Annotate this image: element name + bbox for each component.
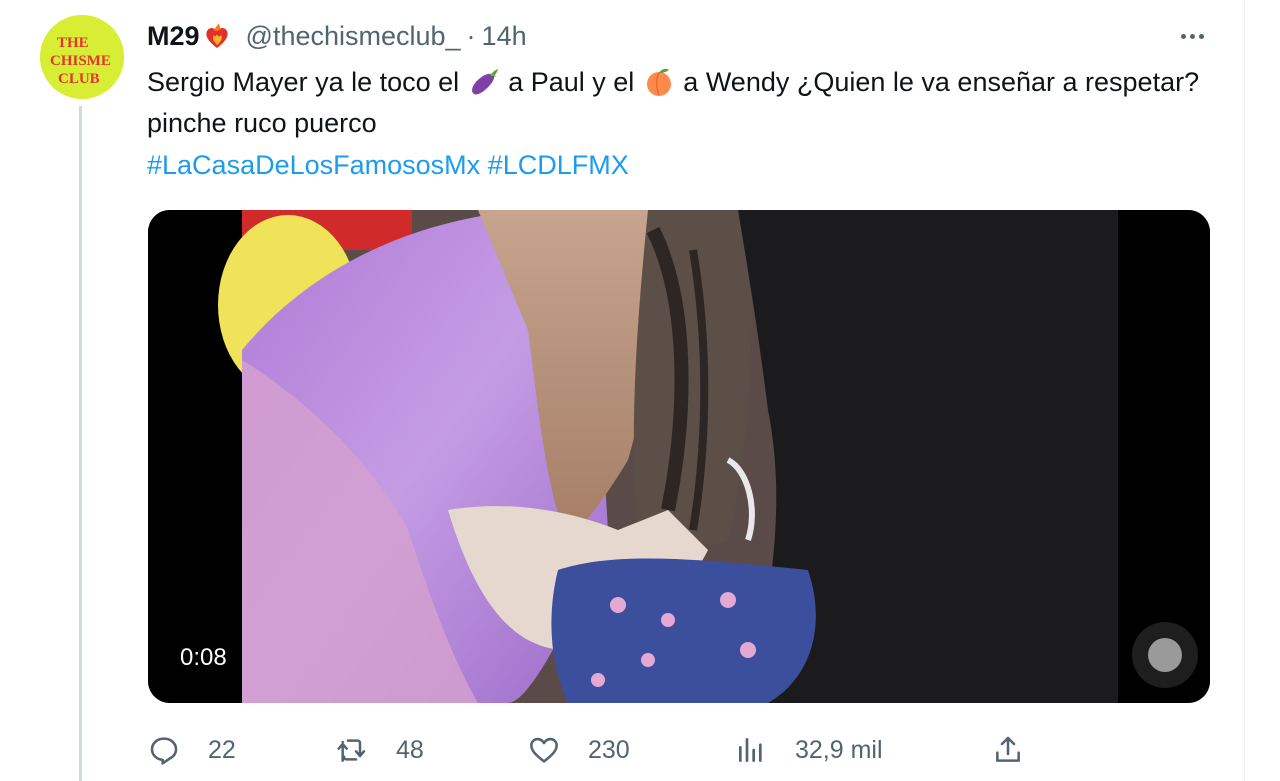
tweet-text-part-2: a Paul y el	[508, 67, 635, 97]
hashtag-link[interactable]: #LaCasaDeLosFamososMx	[147, 150, 480, 180]
view-count: 32,9 mil	[795, 735, 883, 764]
fire-heart-icon	[202, 21, 232, 51]
video-timestamp: 0:08	[170, 640, 237, 676]
avatar-word-2: CHISME	[50, 53, 111, 69]
tweet-page: THE CHISME CLUB M29 @thechismeclub_ · 14…	[0, 0, 1280, 781]
tweet-actions: 22 48 230 32,9 mil	[148, 728, 1048, 772]
more-dot-icon	[1198, 33, 1204, 39]
user-handle[interactable]: @thechismeclub_	[246, 21, 461, 52]
analytics-bars-icon	[739, 738, 762, 762]
tweet-header: M29 @thechismeclub_ · 14h	[147, 18, 527, 54]
like-button[interactable]: 230	[528, 728, 630, 772]
tweet-text-part-1: Sergio Mayer ya le toco el	[147, 67, 460, 97]
hashtag-link[interactable]: #LCDLFMX	[488, 150, 629, 180]
retweet-icon	[337, 739, 366, 762]
avatar[interactable]: THE CHISME CLUB	[40, 15, 124, 99]
thread-line	[79, 106, 82, 781]
eggplant-emoji-icon	[467, 67, 501, 97]
views-button[interactable]: 32,9 mil	[735, 728, 883, 772]
avatar-word-3: CLUB	[58, 71, 100, 87]
post-time[interactable]: 14h	[482, 21, 527, 52]
chisme-club-logo-icon: THE CHISME CLUB	[40, 15, 124, 99]
reply-icon	[150, 737, 178, 765]
more-options-button[interactable]	[1172, 22, 1212, 50]
video-settings-button[interactable]	[1132, 622, 1198, 688]
retweet-button[interactable]: 48	[336, 728, 424, 772]
tweet-text: Sergio Mayer ya le toco el a Paul y el a…	[147, 62, 1227, 144]
avatar-word-1: THE	[57, 35, 89, 51]
more-dot-icon	[1189, 33, 1195, 39]
share-button[interactable]	[992, 728, 1052, 772]
like-count: 230	[588, 735, 630, 764]
hashtag-row: #LaCasaDeLosFamososMx #LCDLFMX	[147, 145, 629, 186]
reply-count: 22	[208, 735, 236, 764]
share-icon	[996, 736, 1020, 762]
more-dot-icon	[1180, 33, 1186, 39]
meta-separator: ·	[466, 20, 476, 51]
heart-icon	[530, 737, 558, 763]
peach-emoji-icon	[642, 67, 676, 97]
video-frame-image	[148, 210, 1210, 703]
column-divider	[1244, 0, 1245, 781]
display-name[interactable]: M29	[147, 21, 200, 52]
video-player[interactable]: 0:08	[148, 210, 1210, 703]
retweet-count: 48	[396, 735, 424, 764]
settings-dot-icon	[1148, 638, 1182, 672]
reply-button[interactable]: 22	[148, 728, 236, 772]
